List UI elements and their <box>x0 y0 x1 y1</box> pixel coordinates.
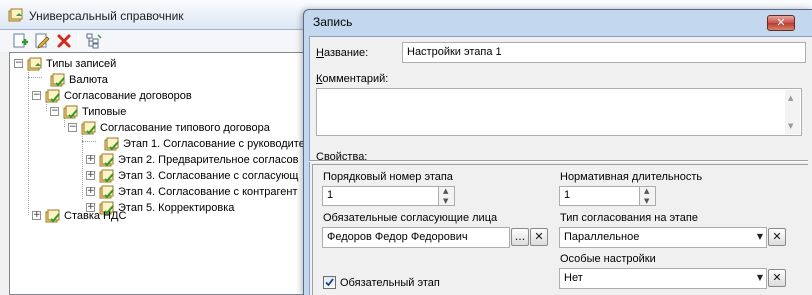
record-type-icon <box>99 153 114 166</box>
approval-type-select[interactable]: Параллельное ▼ <box>559 227 767 248</box>
mandatory-stage-checkbox[interactable] <box>323 276 336 289</box>
tree-item-label: Типовые <box>82 106 127 118</box>
clear-special-settings-button[interactable]: ✕ <box>768 269 786 287</box>
add-record-icon <box>13 33 28 48</box>
special-settings-label: Особые настройки <box>560 253 656 265</box>
clear-approvers-button[interactable]: ✕ <box>530 228 548 246</box>
special-settings-select[interactable]: Нет ▼ <box>559 268 767 289</box>
duration-spin[interactable]: ▲ ▼ <box>639 187 655 205</box>
spin-up-icon[interactable]: ▲ <box>644 187 649 195</box>
edit-record-icon <box>35 33 50 49</box>
approval-type-value: Параллельное <box>564 231 640 243</box>
tree-connector <box>82 141 96 142</box>
name-input[interactable]: Настройки этапа 1 <box>402 42 806 63</box>
record-type-icon <box>45 209 60 222</box>
checkmark-icon <box>325 278 334 287</box>
tree-item-label: Типы записей <box>46 58 117 70</box>
duration-stepper[interactable]: 1 ▲ ▼ <box>559 186 656 206</box>
tree-view-icon <box>86 33 102 49</box>
scroll-up-icon[interactable]: ▲ <box>788 94 793 102</box>
comment-scrollbar[interactable]: ▲ ▼ <box>785 90 800 134</box>
record-type-icon <box>50 73 65 86</box>
collapse-icon[interactable]: − <box>14 59 23 68</box>
directory-app-icon <box>8 8 23 22</box>
tree-item-typical-contract[interactable]: − Согласование типового договора <box>68 120 270 136</box>
clear-approval-type-button[interactable]: ✕ <box>768 228 786 246</box>
chevron-down-icon[interactable]: ▼ <box>757 232 763 241</box>
expand-icon[interactable]: + <box>86 155 95 164</box>
tree-connector <box>28 77 42 78</box>
tree-item-label: Ставка НДС <box>64 210 127 222</box>
properties-separator <box>309 160 808 162</box>
tree-view-button[interactable] <box>84 31 104 51</box>
tree-item-contract-approval[interactable]: − Согласование договоров <box>32 88 192 104</box>
record-dialog: Запись ✕ Название: Настройки этапа 1 Ком… <box>303 9 812 295</box>
tree-item-stage-3[interactable]: + Этап 3. Согласование с согласующ <box>86 168 298 184</box>
folder-record-icon <box>27 57 42 70</box>
stage-number-label: Порядковый номер этапа <box>323 171 453 183</box>
collapse-icon[interactable]: − <box>68 123 77 132</box>
close-button[interactable]: ✕ <box>767 15 795 31</box>
tree-item-record-types[interactable]: − Типы записей <box>14 56 116 72</box>
tree-item-stage-1[interactable]: Этап 1. Согласование с руководите <box>104 136 305 152</box>
tree-item-label: Согласование типового договора <box>100 122 270 134</box>
comment-textarea[interactable]: ▲ ▼ <box>316 88 802 136</box>
comment-label: Комментарий: <box>316 73 389 85</box>
tree-connector <box>28 67 29 215</box>
spin-down-icon[interactable]: ▼ <box>443 197 448 205</box>
tree-item-label: Этап 2. Предварительное согласов <box>118 154 299 166</box>
tree-item-label: Этап 1. Согласование с руководите <box>123 138 305 150</box>
tree-item-currency[interactable]: Валюта <box>50 72 108 88</box>
record-type-icon <box>81 121 96 134</box>
collapse-icon[interactable]: − <box>32 91 41 100</box>
tree-item-typical[interactable]: − Типовые <box>50 104 126 120</box>
scroll-down-icon[interactable]: ▼ <box>788 122 793 130</box>
tree-item-label: Этап 5. Корректировка <box>118 202 235 214</box>
tree-item-label: Согласование договоров <box>64 90 192 102</box>
record-type-icon <box>99 169 114 182</box>
record-type-icon <box>63 105 78 118</box>
browse-approvers-button[interactable]: ... <box>511 228 529 246</box>
add-record-button[interactable] <box>10 31 30 51</box>
spin-down-icon[interactable]: ▼ <box>644 197 649 205</box>
approvers-input[interactable]: Федоров Федор Федорович <box>322 227 510 248</box>
record-type-icon <box>99 185 114 198</box>
name-label: Название: <box>316 47 369 59</box>
tree-item-stage-4[interactable]: + Этап 4. Согласование с контрагент <box>86 184 297 200</box>
properties-panel: Порядковый номер этапа 1 ▲ ▼ Нормативная… <box>312 164 808 295</box>
duration-value: 1 <box>564 189 571 201</box>
expand-icon[interactable]: + <box>32 211 41 220</box>
expand-icon[interactable]: + <box>86 171 95 180</box>
stage-number-spin[interactable]: ▲ ▼ <box>438 187 454 205</box>
record-types-tree[interactable]: − Типы записей Валюта − Согласование дог… <box>9 52 339 295</box>
window-title: Универсальный справочник <box>29 9 184 23</box>
tree-item-label: Этап 3. Согласование с согласующ <box>118 170 299 182</box>
approval-type-label: Тип согласования на этапе <box>560 212 698 224</box>
mandatory-stage-label: Обязательный этап <box>340 277 440 289</box>
record-type-icon <box>45 89 60 102</box>
stage-number-value: 1 <box>327 189 334 201</box>
delete-icon <box>57 34 71 48</box>
delete-button[interactable] <box>54 31 74 51</box>
dialog-title: Запись <box>313 15 353 29</box>
chevron-down-icon[interactable]: ▼ <box>757 273 763 282</box>
tree-item-label: Этап 4. Согласование с контрагент <box>118 186 298 198</box>
tree-item-vat-rate[interactable]: + Ставка НДС <box>32 208 126 224</box>
expand-icon[interactable]: + <box>86 187 95 196</box>
toolbar-separator <box>78 34 79 49</box>
stage-number-stepper[interactable]: 1 ▲ ▼ <box>322 186 455 206</box>
approvers-label: Обязательные согласующие лица <box>323 212 498 224</box>
special-settings-value: Нет <box>564 272 583 284</box>
tree-item-stage-2[interactable]: + Этап 2. Предварительное согласов <box>86 152 298 168</box>
edit-record-button[interactable] <box>32 31 52 51</box>
spin-up-icon[interactable]: ▲ <box>443 187 448 195</box>
record-type-icon <box>104 137 119 150</box>
collapse-icon[interactable]: − <box>50 107 59 116</box>
tree-item-label: Валюта <box>69 74 108 86</box>
duration-label: Нормативная длительность <box>560 171 703 183</box>
